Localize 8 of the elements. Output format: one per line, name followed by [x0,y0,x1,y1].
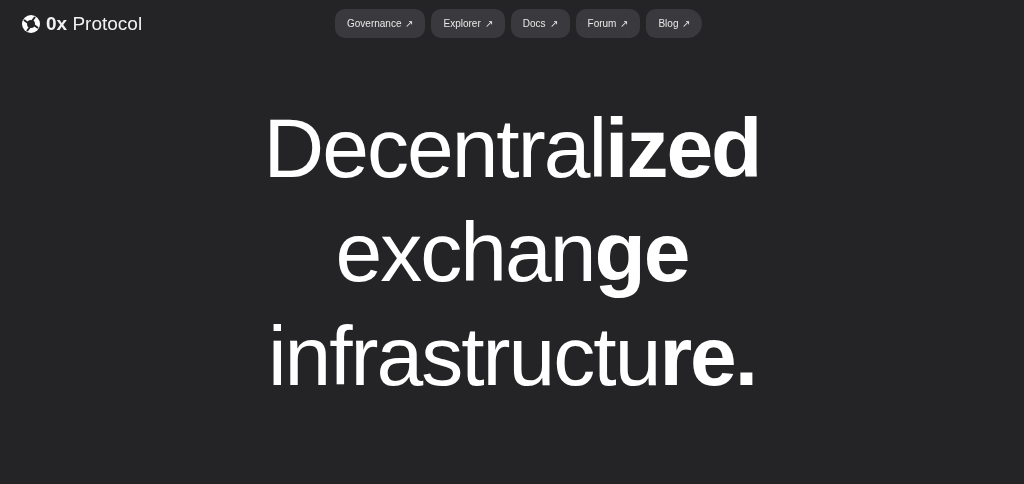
headline: Decentralized exchange infrastructure. [262,100,762,405]
nav-link[interactable]: Docs ↗ [510,9,570,38]
nav-link[interactable]: Governance ↗ [335,9,426,38]
logo-text[interactable]: 0x Protocol [46,12,143,35]
logo-icon [21,13,41,34]
nav-link[interactable]: Explorer ↗ [431,9,505,38]
nav-link[interactable]: Blog ↗ [646,9,703,38]
nav-link[interactable]: Forum ↗ [575,9,641,38]
